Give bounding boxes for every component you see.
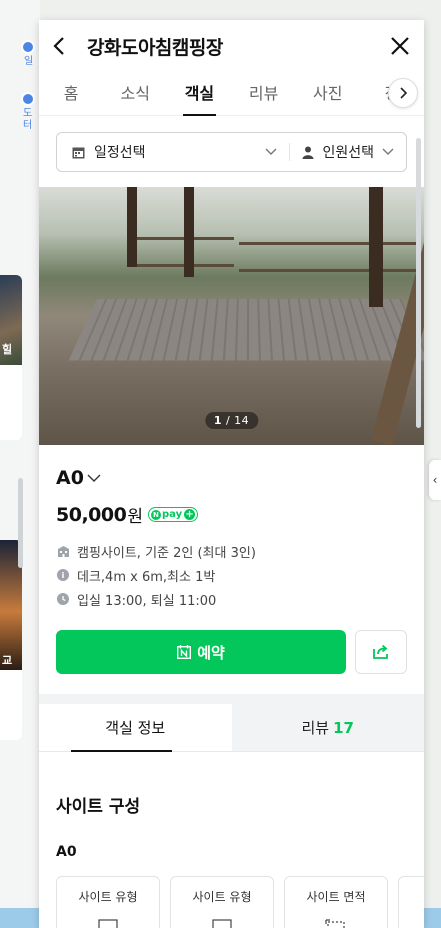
map-label: 도 xyxy=(23,108,33,119)
photo-tree xyxy=(184,187,194,277)
tab-room-reviews-label: 리뷰 xyxy=(301,719,330,737)
naver-n-icon: N xyxy=(150,509,161,520)
room-info-size: i 데크,4m x 6m,최소 1박 xyxy=(56,563,407,587)
npay-badge: N pay + xyxy=(147,507,199,522)
people-select[interactable]: 인원선택 xyxy=(290,133,406,171)
room-info-text: 입실 13:00, 퇴실 11:00 xyxy=(77,593,217,609)
feature-card: 바닥 xyxy=(398,876,424,928)
building-icon xyxy=(56,544,70,558)
tab-bar: 홈 소식 객실 리뷰 사진 정 xyxy=(39,72,424,116)
room-actions: 예약 xyxy=(56,630,407,674)
price-unit: 원 xyxy=(127,507,143,527)
tab-scroll-next-button[interactable] xyxy=(388,78,418,108)
section-divider xyxy=(39,694,424,704)
tab-room-info[interactable]: 객실 정보 xyxy=(39,704,232,752)
back-button[interactable] xyxy=(53,34,73,58)
date-select[interactable]: 일정선택 xyxy=(57,133,289,171)
chevron-down-icon xyxy=(265,148,277,155)
review-count: 17 xyxy=(333,718,354,737)
chevron-down-icon xyxy=(382,148,394,155)
room-photo[interactable]: 1 / 14 xyxy=(39,187,424,445)
clock-icon xyxy=(56,592,70,606)
room-info-text: 데크,4m x 6m,최소 1박 xyxy=(77,569,216,585)
section-title: 사이트 구성 xyxy=(56,797,141,817)
feature-label: 사이트 유형 xyxy=(192,890,252,904)
share-icon xyxy=(373,644,388,659)
feature-label: 사이트 면적 xyxy=(306,890,366,904)
site-name: A0 xyxy=(56,844,77,860)
book-button[interactable]: 예약 xyxy=(56,630,346,674)
list-card[interactable]: 교 xyxy=(0,540,22,740)
feature-list: 사이트 유형 사이트 유형 사이트 면적 바닥 xyxy=(56,876,424,928)
photo-tree xyxy=(369,187,383,307)
naver-booking-icon xyxy=(177,645,192,659)
feature-card: 사이트 유형 xyxy=(170,876,274,928)
calendar-icon xyxy=(72,147,85,158)
photo-counter: 1 / 14 xyxy=(204,412,259,429)
room-summary: A0 50,000 원 N pay + 캠핑사이트, 기준 2인 (최대 3인)… xyxy=(39,445,424,674)
room-price: 50,000 xyxy=(56,503,127,526)
map-label: 일 xyxy=(24,56,34,67)
map-pin-icon[interactable] xyxy=(21,92,35,106)
plus-icon: + xyxy=(184,508,196,520)
room-info-type: 캠핑사이트, 기준 2인 (최대 3인) xyxy=(56,539,407,563)
room-sub-tabs: 객실 정보 리뷰 17 xyxy=(39,704,424,752)
map-label: 터 xyxy=(23,120,33,131)
room-info-time: 입실 13:00, 퇴실 11:00 xyxy=(56,587,407,611)
room-select[interactable]: A0 xyxy=(56,467,407,489)
tab-news[interactable]: 소식 xyxy=(103,80,167,115)
list-card[interactable]: 힐 xyxy=(0,275,22,440)
map-pin-icon[interactable] xyxy=(21,40,35,54)
detail-panel: 강화도아침캠핑장 홈 소식 객실 리뷰 사진 정 일정선택 인원선택 xyxy=(39,20,424,928)
chevron-right-icon xyxy=(400,87,407,99)
tab-home[interactable]: 홈 xyxy=(39,80,103,115)
tab-rooms[interactable]: 객실 xyxy=(167,80,231,116)
person-icon xyxy=(302,146,314,159)
room-name: A0 xyxy=(56,467,84,489)
photo-fence xyxy=(239,242,419,272)
panel-scrollbar[interactable] xyxy=(416,138,421,428)
feature-card: 사이트 면적 xyxy=(284,876,388,928)
chevron-down-icon xyxy=(87,474,101,482)
close-icon xyxy=(391,37,409,55)
tab-room-info-label: 객실 정보 xyxy=(105,719,166,737)
area-icon xyxy=(325,919,345,928)
list-card-title: 교 xyxy=(2,654,13,667)
tab-reviews[interactable]: 리뷰 xyxy=(232,80,296,115)
price-row: 50,000 원 N pay + xyxy=(56,502,407,527)
photo-deck xyxy=(68,298,424,361)
book-button-label: 예약 xyxy=(197,643,225,662)
list-scrollbar[interactable] xyxy=(18,478,23,568)
feature-label: 사이트 유형 xyxy=(78,890,138,904)
list-panel-edge xyxy=(0,0,40,928)
site-composition-section: 사이트 구성 A0 사이트 유형 사이트 유형 사이트 면적 바닥 xyxy=(39,752,424,928)
photo-tree xyxy=(127,187,137,267)
npay-label: pay xyxy=(161,509,183,520)
panel-header: 강화도아침캠핑장 xyxy=(39,20,424,72)
people-select-label: 인원선택 xyxy=(322,145,374,161)
booking-selector: 일정선택 인원선택 xyxy=(56,132,407,172)
room-info-text: 캠핑사이트, 기준 2인 (최대 3인) xyxy=(77,545,256,561)
photo-counter-current: 1 xyxy=(213,414,222,427)
list-card-title: 힐 xyxy=(2,343,13,356)
expand-right-button[interactable]: ‹ xyxy=(429,460,441,500)
date-select-label: 일정선택 xyxy=(94,145,146,161)
page-title: 강화도아침캠핑장 xyxy=(87,36,223,59)
tab-photos[interactable]: 사진 xyxy=(296,80,360,115)
info-icon: i xyxy=(56,568,70,582)
site-type-icon xyxy=(212,919,232,928)
chevron-left-icon: ‹ xyxy=(432,473,438,487)
close-button[interactable] xyxy=(388,34,412,58)
tab-room-reviews[interactable]: 리뷰 17 xyxy=(231,704,424,751)
site-type-icon xyxy=(98,919,118,928)
feature-card: 사이트 유형 xyxy=(56,876,160,928)
photo-counter-total: 14 xyxy=(234,414,250,427)
chevron-left-icon xyxy=(53,37,64,55)
room-info-list: 캠핑사이트, 기준 2인 (최대 3인) i 데크,4m x 6m,최소 1박 … xyxy=(56,539,407,611)
share-button[interactable] xyxy=(355,630,407,674)
